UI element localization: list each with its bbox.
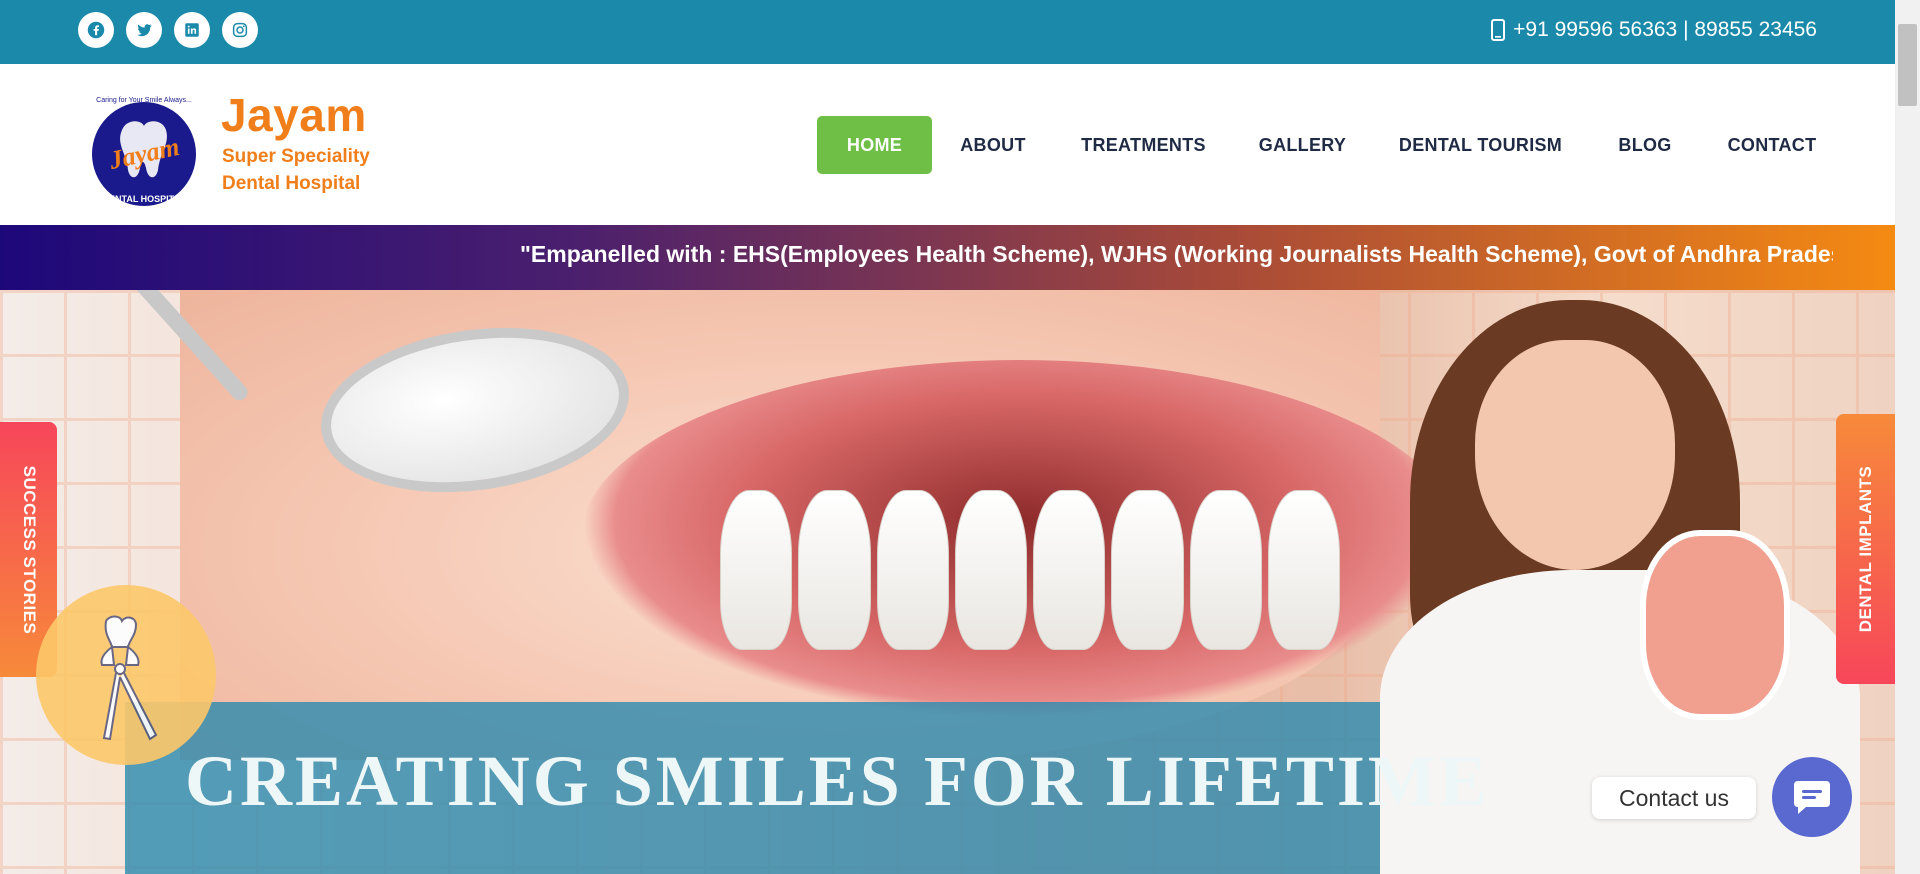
- hero-tagline: CREATING SMILES FOR LIFETIME: [185, 741, 1490, 821]
- dental-tool-badge[interactable]: [36, 585, 216, 765]
- mobile-phone-icon: [1491, 19, 1506, 41]
- svg-text:DENTAL HOSPITAL: DENTAL HOSPITAL: [103, 194, 187, 204]
- nav-home[interactable]: HOME: [817, 116, 932, 174]
- logo-subtitle-1: Super Speciality: [222, 146, 370, 167]
- chat-icon: [1794, 781, 1830, 814]
- nav-blog[interactable]: BLOG: [1605, 116, 1685, 174]
- hero-teeth: [720, 490, 1340, 650]
- dental-implants-tab[interactable]: DENTAL IMPLANTS: [1836, 414, 1895, 684]
- dental-implants-label: DENTAL IMPLANTS: [1855, 465, 1875, 633]
- nav-dental-tourism[interactable]: DENTAL TOURISM: [1392, 116, 1569, 174]
- nav-treatments[interactable]: TREATMENTS: [1070, 116, 1217, 174]
- phone-numbers: +91 99596 56363 | 89855 23456: [1513, 18, 1817, 41]
- logo-subtitle-2: Dental Hospital: [222, 173, 361, 194]
- logo-title[interactable]: Jayam: [221, 88, 367, 142]
- instagram-icon[interactable]: [222, 12, 258, 48]
- empanelment-marquee: "Empanelled with : EHS(Employees Health …: [0, 225, 1895, 290]
- site-header: Jayam DENTAL HOSPITAL Caring for Your Sm…: [0, 64, 1895, 225]
- svg-text:Caring for Your Smile Always..: Caring for Your Smile Always...: [96, 97, 192, 104]
- dental-forceps-icon: [100, 615, 158, 741]
- nav-about[interactable]: ABOUT: [948, 116, 1038, 174]
- chat-button[interactable]: [1772, 757, 1852, 837]
- page-scrollbar[interactable]: [1895, 0, 1920, 874]
- top-bar: +91 99596 56363 | 89855 23456: [0, 0, 1895, 64]
- scrollbar-thumb[interactable]: [1898, 24, 1917, 106]
- contact-us-label[interactable]: Contact us: [1592, 777, 1756, 819]
- nav-contact[interactable]: CONTACT: [1718, 116, 1826, 174]
- linkedin-icon[interactable]: [174, 12, 210, 48]
- nav-gallery[interactable]: GALLERY: [1250, 116, 1355, 174]
- facebook-icon[interactable]: [78, 12, 114, 48]
- hospital-logo-emblem[interactable]: Jayam DENTAL HOSPITAL Caring for Your Sm…: [82, 90, 206, 214]
- marquee-text: "Empanelled with : EHS(Employees Health …: [520, 241, 1833, 267]
- twitter-icon[interactable]: [126, 12, 162, 48]
- success-stories-label: SUCCESS STORIES: [19, 465, 39, 634]
- phone-contact[interactable]: +91 99596 56363 | 89855 23456: [1491, 18, 1817, 42]
